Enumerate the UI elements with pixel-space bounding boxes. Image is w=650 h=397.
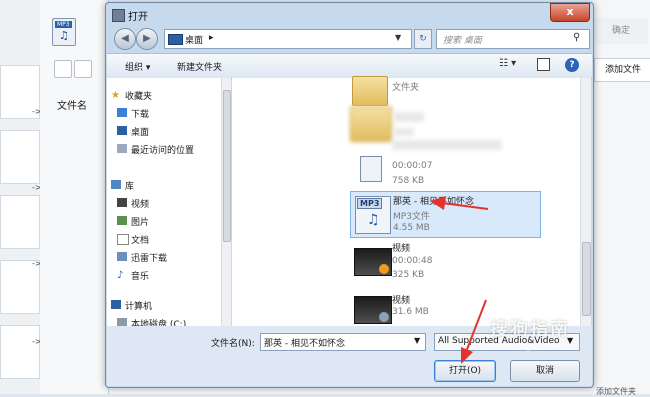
arrow-line bbox=[465, 299, 487, 353]
watermark: 搜狗指南 bbox=[490, 319, 570, 340]
watermark-url: zhinan.sogou.com bbox=[488, 342, 561, 351]
arrow-line bbox=[441, 202, 489, 210]
arrow-head bbox=[461, 347, 473, 364]
arrow-head bbox=[430, 196, 446, 210]
